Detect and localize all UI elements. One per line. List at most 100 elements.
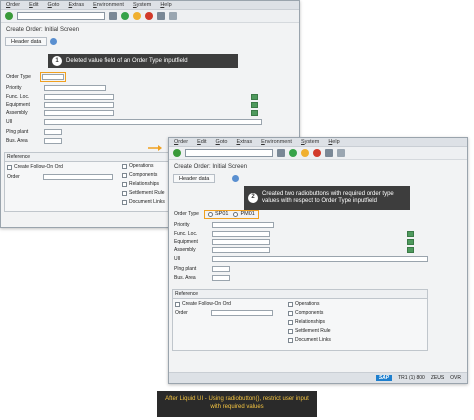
menu-edit[interactable]: Edit [29, 2, 38, 8]
callout-1-text: Deleted value field of an Order Type inp… [66, 58, 188, 64]
enter-icon[interactable] [5, 12, 13, 20]
command-field[interactable] [17, 12, 105, 20]
radio-pm01-label: PM01 [240, 211, 255, 217]
order-type-input[interactable] [42, 74, 64, 80]
components-label: Components [129, 172, 158, 178]
plng-plant-input[interactable] [44, 129, 62, 135]
operations-checkbox[interactable] [288, 301, 293, 307]
find-icon[interactable] [169, 12, 177, 20]
technical-info-icon[interactable] [50, 38, 58, 45]
func-loc-input[interactable] [212, 231, 270, 237]
header-data-button[interactable]: Header data [5, 37, 48, 46]
list-icon[interactable] [251, 110, 258, 116]
menu-order[interactable]: Order [174, 139, 188, 145]
enter-icon[interactable] [173, 149, 181, 157]
menu-system[interactable]: System [301, 139, 319, 145]
document-links-checkbox[interactable] [122, 199, 127, 205]
operations-checkbox[interactable] [122, 163, 127, 169]
bus-area-input[interactable] [212, 275, 230, 281]
reference-group-2: Reference Create Follow-On Ord Order Ope… [172, 289, 428, 351]
cancel-icon[interactable] [145, 12, 153, 20]
find-icon[interactable] [337, 149, 345, 157]
org-icon[interactable] [251, 94, 258, 100]
caption-text: After Liquid UI - Using radiobutton(), r… [165, 396, 309, 410]
tree-icon[interactable] [407, 239, 414, 245]
menu-goto[interactable]: Goto [48, 2, 60, 8]
order-input[interactable] [43, 174, 113, 180]
equipment-input[interactable] [44, 102, 114, 108]
menu-environment[interactable]: Environment [93, 2, 124, 8]
func-loc-label: Func. Loc. [174, 231, 198, 237]
priority-select[interactable] [44, 85, 106, 91]
page-title: Create Order: Initial Screen [1, 23, 299, 36]
menu-edit[interactable]: Edit [197, 139, 206, 145]
menu-bar: Order Edit Goto Extras Environment Syste… [1, 1, 299, 10]
save-icon[interactable] [109, 12, 117, 20]
status-system[interactable]: TR1 (1) 800 [398, 375, 425, 381]
header-data-button[interactable]: Header data [173, 174, 216, 183]
relationships-checkbox[interactable] [122, 181, 127, 187]
create-followon-checkbox[interactable] [175, 301, 180, 307]
create-followon-checkbox[interactable] [7, 164, 12, 170]
uii-label: UII [6, 119, 13, 125]
menu-order[interactable]: Order [6, 2, 20, 8]
status-bar: SAP TR1 (1) 800 ZEUS OVR [169, 372, 467, 383]
assembly-label: Assembly [174, 247, 196, 253]
assembly-input[interactable] [212, 247, 270, 253]
components-checkbox[interactable] [122, 172, 127, 178]
uii-input[interactable] [44, 119, 262, 125]
func-loc-input[interactable] [44, 94, 114, 100]
settlement-rule-label: Settlement Rule [295, 328, 331, 334]
plng-plant-input[interactable] [212, 266, 230, 272]
menu-environment[interactable]: Environment [261, 139, 292, 145]
org-icon[interactable] [407, 231, 414, 237]
side-icons-2 [407, 231, 414, 253]
radio-pm01[interactable] [233, 211, 239, 217]
tree-icon[interactable] [251, 102, 258, 108]
list-icon[interactable] [407, 247, 414, 253]
back-icon[interactable] [121, 12, 129, 20]
command-field[interactable] [185, 149, 273, 157]
priority-select[interactable] [212, 222, 274, 228]
relationships-checkbox[interactable] [288, 319, 293, 325]
settlement-rule-checkbox[interactable] [122, 190, 127, 196]
menu-help[interactable]: Help [328, 139, 339, 145]
create-followon-label: Create Follow-On Ord [182, 301, 231, 307]
print-icon[interactable] [157, 12, 165, 20]
operations-label: Operations [295, 301, 320, 307]
radio-sp01[interactable] [208, 211, 213, 217]
menu-help[interactable]: Help [160, 2, 171, 8]
document-links-checkbox[interactable] [288, 337, 293, 343]
uii-input[interactable] [212, 256, 428, 262]
callout-1: 1 Deleted value field of an Order Type i… [48, 54, 238, 68]
menu-extras[interactable]: Extras [68, 2, 84, 8]
menu-extras[interactable]: Extras [236, 139, 252, 145]
equipment-input[interactable] [212, 239, 270, 245]
exit-icon[interactable] [301, 149, 309, 157]
order-input[interactable] [211, 310, 273, 316]
settlement-rule-checkbox[interactable] [288, 328, 293, 334]
menu-system[interactable]: System [133, 2, 151, 8]
cancel-icon[interactable] [313, 149, 321, 157]
print-icon[interactable] [325, 149, 333, 157]
bus-area-input[interactable] [44, 138, 62, 144]
back-icon[interactable] [289, 149, 297, 157]
callout-2: 2 Created two radiobuttons with required… [244, 186, 410, 210]
status-mode[interactable]: OVR [450, 375, 461, 381]
callout-2-number: 2 [248, 193, 258, 203]
exit-icon[interactable] [133, 12, 141, 20]
assembly-input[interactable] [44, 110, 114, 116]
assembly-label: Assembly [6, 110, 28, 116]
technical-info-icon[interactable] [232, 175, 240, 182]
plng-plant-label: Plng plant [174, 266, 197, 272]
components-checkbox[interactable] [288, 310, 293, 316]
uii-label: UII [174, 256, 181, 262]
save-icon[interactable] [277, 149, 285, 157]
order-label: Order [7, 174, 20, 180]
priority-label: Priority [6, 85, 22, 91]
reference-group-title: Reference [173, 290, 427, 299]
callout-1-number: 1 [52, 56, 62, 66]
menu-goto[interactable]: Goto [216, 139, 228, 145]
application-toolbar: Header data [1, 36, 299, 47]
application-toolbar-2: Header data [169, 173, 467, 184]
